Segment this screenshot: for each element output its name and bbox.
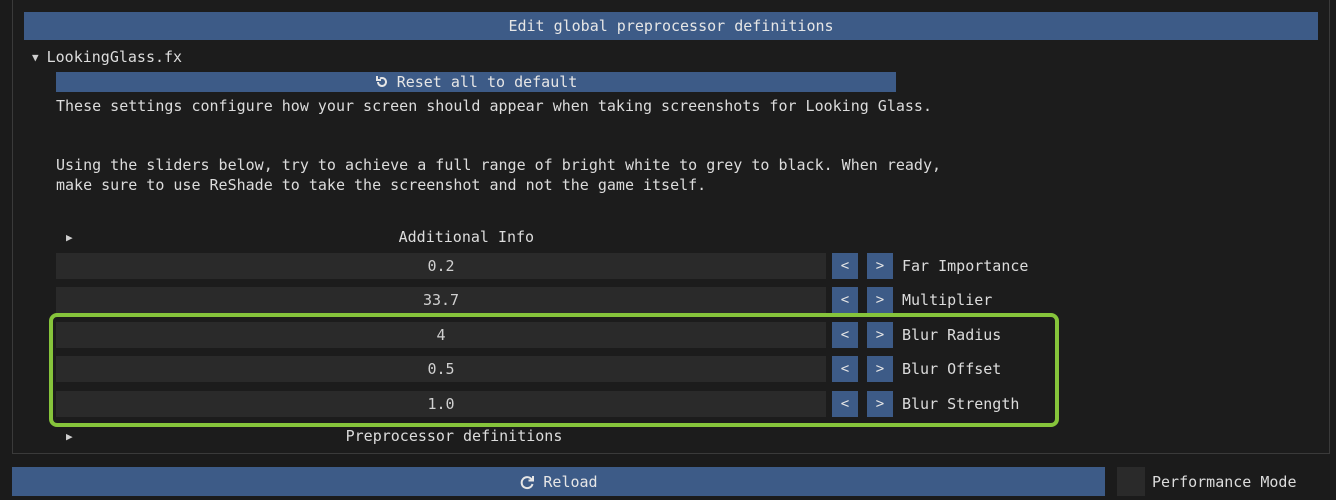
multiplier-increase-button[interactable]: >: [867, 287, 893, 313]
blur-radius-increase-button[interactable]: >: [867, 322, 893, 348]
blur-strength-label: Blur Strength: [902, 395, 1020, 413]
blur-offset-value: 0.5: [427, 360, 455, 378]
blur-radius-decrease-button[interactable]: <: [832, 322, 858, 348]
preprocessor-definitions-label: Preprocessor definitions: [345, 427, 563, 445]
reload-button[interactable]: Reload: [12, 467, 1105, 496]
blur-strength-slider[interactable]: 1.0: [56, 391, 826, 417]
blur-offset-label: Blur Offset: [902, 360, 1002, 378]
performance-mode-checkbox[interactable]: [1117, 467, 1145, 496]
reset-all-label: Reset all to default: [396, 73, 578, 91]
multiplier-slider[interactable]: 33.7: [56, 287, 826, 313]
far-importance-label: Far Importance: [902, 257, 1029, 275]
multiplier-decrease-button[interactable]: <: [832, 287, 858, 313]
multiplier-label: Multiplier: [902, 291, 993, 309]
far-importance-decrease-button[interactable]: <: [832, 253, 858, 279]
far-importance-value: 0.2: [427, 257, 455, 275]
blur-radius-value: 4: [436, 326, 446, 344]
performance-mode-label: Performance Mode: [1152, 472, 1297, 491]
effect-tree-node[interactable]: ▼ LookingGlass.fx: [32, 46, 182, 68]
expanded-arrow-icon: ▼: [32, 50, 39, 64]
reset-icon: [375, 76, 387, 87]
effect-name: LookingGlass.fx: [46, 48, 183, 66]
reset-all-button[interactable]: Reset all to default: [56, 72, 896, 92]
blur-offset-increase-button[interactable]: >: [867, 356, 893, 382]
blur-strength-value: 1.0: [427, 395, 455, 413]
multiplier-value: 33.7: [422, 291, 460, 309]
blur-offset-decrease-button[interactable]: <: [832, 356, 858, 382]
refresh-icon: [521, 475, 535, 489]
additional-info-collapsible[interactable]: ▶ Additional Info: [56, 226, 896, 248]
blur-radius-slider[interactable]: 4: [56, 322, 826, 348]
panel-header[interactable]: Edit global preprocessor definitions: [24, 12, 1318, 40]
blur-strength-decrease-button[interactable]: <: [832, 391, 858, 417]
panel-title: Edit global preprocessor definitions: [508, 17, 834, 35]
far-importance-slider[interactable]: 0.2: [56, 253, 826, 279]
blur-strength-increase-button[interactable]: >: [867, 391, 893, 417]
collapsed-arrow-icon: ▶: [66, 230, 73, 244]
additional-info-label: Additional Info: [398, 228, 535, 246]
description-line-2: Using the sliders below, try to achieve …: [56, 156, 942, 174]
far-importance-increase-button[interactable]: >: [867, 253, 893, 279]
description-line-3: make sure to use ReShade to take the scr…: [56, 176, 707, 194]
blur-offset-slider[interactable]: 0.5: [56, 356, 826, 382]
blur-radius-label: Blur Radius: [902, 326, 1002, 344]
preprocessor-definitions-collapsible[interactable]: ▶ Preprocessor definitions: [56, 426, 896, 446]
description-line-1: These settings configure how your screen…: [56, 97, 932, 115]
reload-label: Reload: [543, 472, 598, 491]
collapsed-arrow-icon: ▶: [66, 429, 73, 443]
